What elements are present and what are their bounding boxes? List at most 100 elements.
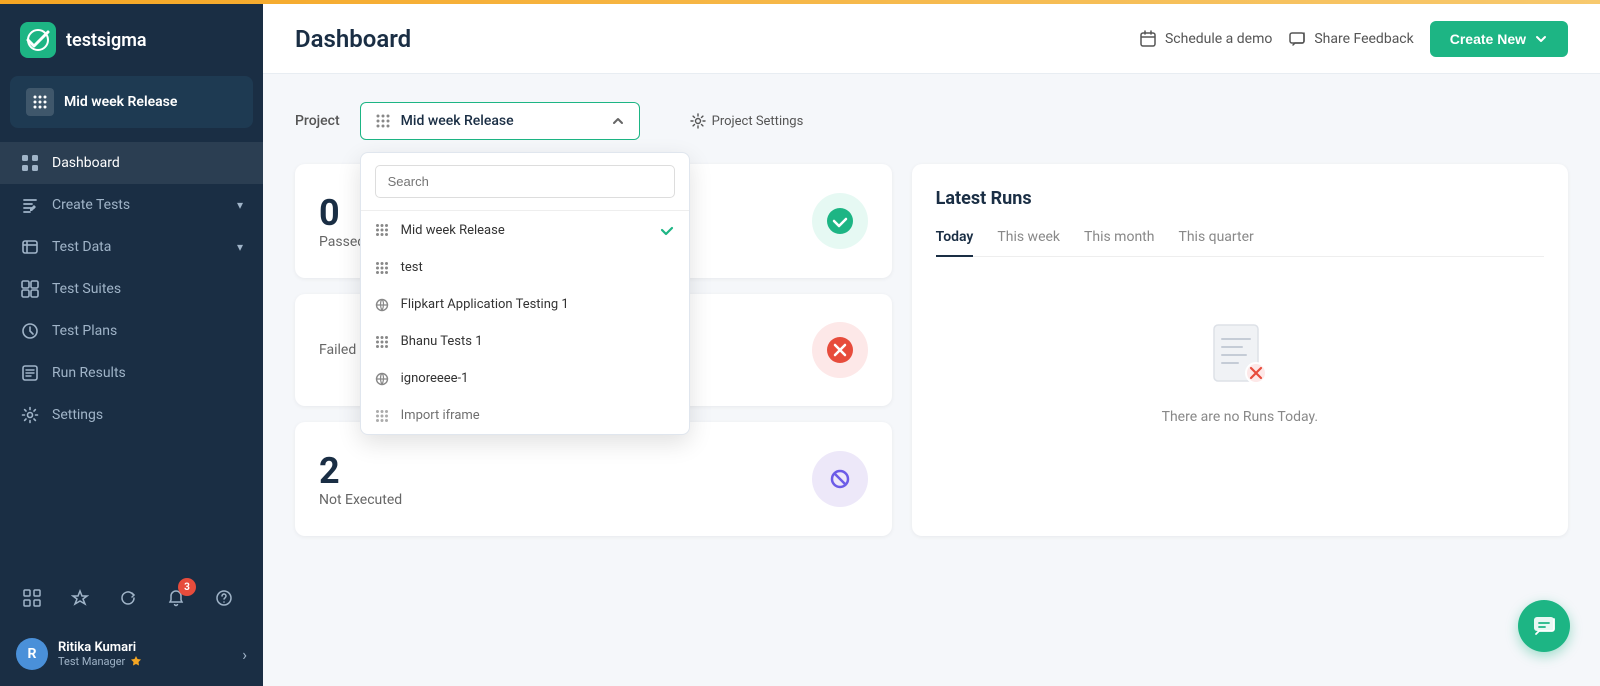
project-item-name: Import iframe bbox=[401, 408, 480, 423]
gear-icon bbox=[690, 113, 706, 129]
chat-icon bbox=[1532, 614, 1556, 638]
project-list-item[interactable]: Mid week Release bbox=[361, 211, 689, 249]
sidebar: testsigma Mid week Release bbox=[0, 4, 263, 686]
project-item-name: Flipkart Application Testing 1 bbox=[401, 297, 569, 312]
notification-badge: 3 bbox=[178, 578, 196, 596]
feedback-icon bbox=[1288, 30, 1306, 48]
selected-project-name: Mid week Release bbox=[401, 113, 514, 129]
testsigma-logo-icon bbox=[20, 22, 56, 58]
grid-tool-button[interactable] bbox=[16, 582, 48, 614]
grid-icon bbox=[375, 335, 389, 349]
brand-name: testsigma bbox=[66, 30, 147, 51]
failed-label: Failed bbox=[319, 342, 356, 358]
sidebar-nav: Dashboard Create Tests ▾ Test Dat bbox=[0, 134, 263, 572]
tab-this-week[interactable]: This week bbox=[997, 229, 1060, 257]
test-plans-icon bbox=[20, 321, 40, 341]
sidebar-item-label: Test Data bbox=[52, 239, 111, 255]
settings-icon bbox=[20, 405, 40, 425]
passed-count: 0 bbox=[319, 192, 365, 234]
header: Dashboard Schedule a demo Share Feedback… bbox=[263, 4, 1600, 74]
not-executed-label: Not Executed bbox=[319, 492, 402, 508]
chat-fab-button[interactable] bbox=[1518, 600, 1570, 652]
not-executed-card: 2 Not Executed bbox=[295, 422, 892, 536]
user-name: Ritika Kumari bbox=[58, 640, 143, 655]
dots-grid-icon bbox=[375, 113, 391, 129]
project-list-item[interactable]: Flipkart Application Testing 1 bbox=[361, 286, 689, 323]
create-new-button[interactable]: Create New bbox=[1430, 21, 1568, 57]
not-executed-icon-circle bbox=[812, 451, 868, 507]
sidebar-item-label: Dashboard bbox=[52, 155, 120, 171]
x-circle-icon bbox=[826, 336, 854, 364]
chevron-down-icon bbox=[1534, 32, 1548, 46]
tab-this-quarter[interactable]: This quarter bbox=[1178, 229, 1253, 257]
star-tool-button[interactable] bbox=[64, 582, 96, 614]
header-actions: Schedule a demo Share Feedback Create Ne… bbox=[1139, 21, 1568, 57]
schedule-demo-button[interactable]: Schedule a demo bbox=[1139, 30, 1272, 48]
ban-icon bbox=[826, 465, 854, 493]
user-avatar: R bbox=[16, 638, 48, 670]
sidebar-item-dashboard[interactable]: Dashboard bbox=[0, 142, 263, 184]
test-suites-icon bbox=[20, 279, 40, 299]
globe-icon bbox=[375, 298, 389, 312]
check-icon bbox=[659, 222, 675, 238]
sidebar-item-test-plans[interactable]: Test Plans bbox=[0, 310, 263, 352]
sidebar-item-create-tests[interactable]: Create Tests ▾ bbox=[0, 184, 263, 226]
project-settings-link[interactable]: Project Settings bbox=[690, 113, 804, 129]
project-dropdown-button[interactable]: Mid week Release bbox=[360, 102, 640, 140]
project-item-name: Bhanu Tests 1 bbox=[401, 334, 483, 349]
notification-tool-button[interactable]: 3 bbox=[160, 582, 192, 614]
project-item-name: Mid week Release bbox=[401, 223, 505, 238]
sidebar-item-test-suites[interactable]: Test Suites bbox=[0, 268, 263, 310]
globe-icon bbox=[375, 372, 389, 386]
sidebar-tools: 3 bbox=[0, 572, 263, 628]
latest-runs-title: Latest Runs bbox=[936, 188, 1544, 209]
sidebar-item-label: Create Tests bbox=[52, 197, 130, 213]
project-list-item[interactable]: Bhanu Tests 1 bbox=[361, 323, 689, 360]
sidebar-item-test-data[interactable]: Test Data ▾ bbox=[0, 226, 263, 268]
page-title: Dashboard bbox=[295, 25, 1119, 53]
project-name: Mid week Release bbox=[64, 94, 237, 110]
passed-label: Passed bbox=[319, 234, 365, 250]
user-profile[interactable]: R Ritika Kumari Test Manager › bbox=[0, 628, 263, 686]
content-area: Project Mid week Release bbox=[263, 74, 1600, 682]
latest-runs-panel: Latest Runs Today This week This month T… bbox=[912, 164, 1568, 536]
project-item-name: ignoreeee-1 bbox=[401, 371, 469, 386]
dashboard-icon bbox=[20, 153, 40, 173]
check-circle-icon bbox=[826, 207, 854, 235]
create-tests-icon bbox=[20, 195, 40, 215]
project-label: Project bbox=[295, 113, 340, 129]
sidebar-project-item[interactable]: Mid week Release bbox=[10, 76, 253, 128]
project-dropdown-panel: Mid week Release te bbox=[360, 152, 690, 435]
sidebar-item-settings[interactable]: Settings bbox=[0, 394, 263, 436]
runs-tabs: Today This week This month This quarter bbox=[936, 229, 1544, 257]
calendar-icon bbox=[1139, 30, 1157, 48]
tab-today[interactable]: Today bbox=[936, 229, 974, 257]
help-tool-button[interactable] bbox=[208, 582, 240, 614]
failed-icon-circle bbox=[812, 322, 868, 378]
project-selector: Mid week Release bbox=[360, 102, 640, 140]
project-list-item[interactable]: ignoreeee-1 bbox=[361, 360, 689, 397]
no-runs-icon bbox=[1210, 321, 1270, 393]
create-new-label: Create New bbox=[1450, 31, 1526, 47]
project-list-item[interactable]: Import iframe bbox=[361, 397, 689, 434]
tab-this-month[interactable]: This month bbox=[1084, 229, 1154, 257]
user-role: Test Manager bbox=[58, 655, 143, 669]
no-runs-message: There are no Runs Today. bbox=[936, 281, 1544, 465]
grid-icon bbox=[375, 261, 389, 275]
project-settings-label: Project Settings bbox=[712, 114, 804, 129]
chevron-down-icon: ▾ bbox=[237, 240, 243, 254]
grid-icon bbox=[375, 409, 389, 423]
sidebar-item-label: Test Plans bbox=[52, 323, 117, 339]
project-search-input[interactable] bbox=[375, 165, 675, 198]
user-expand-icon: › bbox=[242, 645, 247, 664]
project-list-item[interactable]: test bbox=[361, 249, 689, 286]
sidebar-item-label: Settings bbox=[52, 407, 103, 423]
grid-icon bbox=[375, 223, 389, 237]
refresh-tool-button[interactable] bbox=[112, 582, 144, 614]
chevron-up-icon bbox=[611, 114, 625, 128]
project-search-container bbox=[361, 153, 689, 211]
share-feedback-button[interactable]: Share Feedback bbox=[1288, 30, 1413, 48]
no-runs-text: There are no Runs Today. bbox=[1162, 409, 1318, 425]
sidebar-item-run-results[interactable]: Run Results bbox=[0, 352, 263, 394]
sidebar-item-label: Run Results bbox=[52, 365, 126, 381]
